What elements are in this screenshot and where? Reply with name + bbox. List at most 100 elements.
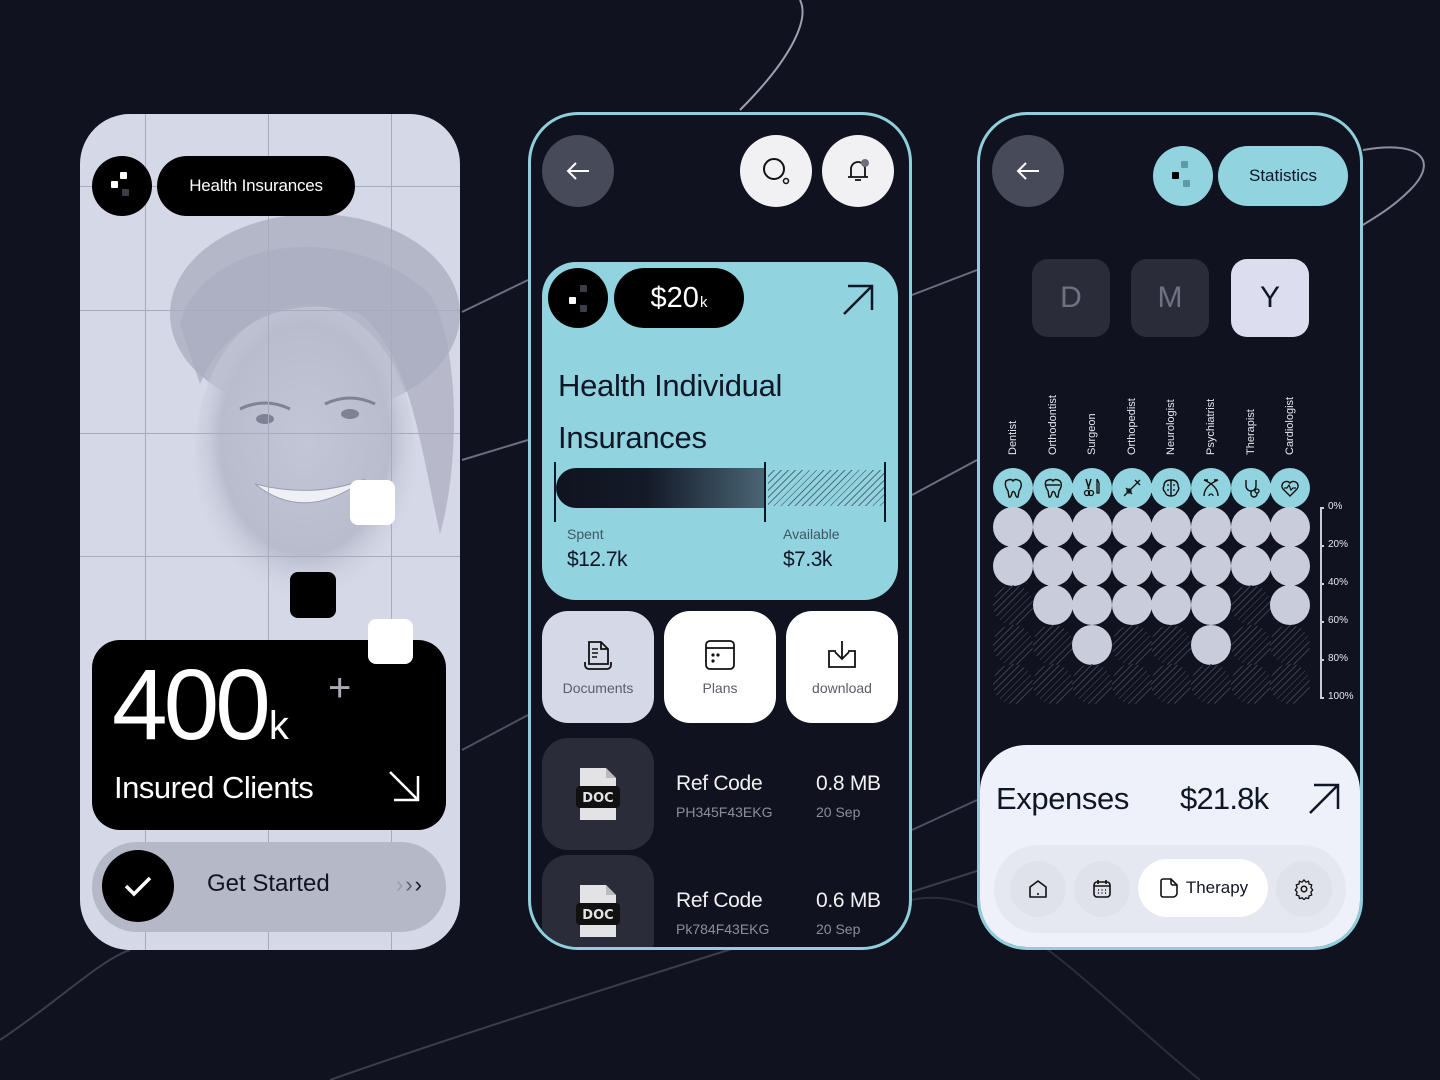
grid-line xyxy=(80,556,460,557)
chart-cell-empty xyxy=(993,585,1033,626)
chart-cell-empty xyxy=(1111,624,1152,665)
doc-title: Ref Code xyxy=(676,772,763,795)
tile-download[interactable]: download xyxy=(786,611,898,723)
nav-settings[interactable] xyxy=(1276,861,1332,917)
expenses-value: $21.8k xyxy=(1180,781,1269,816)
check-icon[interactable] xyxy=(102,850,174,922)
chart-cell-filled xyxy=(1230,507,1271,547)
chart-cell-filled xyxy=(993,507,1033,547)
insured-clients-card[interactable]: 400k + Insured Clients xyxy=(92,640,446,830)
get-started-slider[interactable]: Get Started ››› xyxy=(92,842,446,932)
chart-cell-filled xyxy=(1191,507,1231,547)
nav-calendar[interactable] xyxy=(1074,861,1130,917)
category-label: Psychiatrist xyxy=(1205,398,1217,455)
download-icon xyxy=(828,641,856,668)
arrow-up-right-icon[interactable] xyxy=(1306,781,1342,817)
heart-pulse-icon[interactable] xyxy=(1270,468,1311,508)
pixel-dots-logo-icon xyxy=(92,156,152,216)
chart-cell-filled xyxy=(1111,585,1152,626)
chart-cell-empty xyxy=(1270,663,1311,704)
arrow-down-right-icon[interactable] xyxy=(386,768,422,804)
note-icon xyxy=(1160,878,1178,898)
chart-cell-filled xyxy=(1191,624,1231,665)
period-day-button[interactable]: D xyxy=(1032,259,1110,337)
chart-cell-filled xyxy=(1191,546,1231,587)
chart-cell-empty xyxy=(1032,663,1073,704)
brain-icon[interactable] xyxy=(1151,468,1192,508)
insurance-title: Health Individual Insurances xyxy=(558,368,783,455)
y-axis-tick xyxy=(1320,507,1324,509)
chart-cell-empty xyxy=(1151,624,1192,665)
period-year-button[interactable]: Y xyxy=(1231,259,1309,337)
tooth-icon[interactable] xyxy=(993,468,1033,508)
chart-cell-empty xyxy=(1111,663,1152,704)
progress-tick xyxy=(764,462,766,522)
back-button[interactable] xyxy=(992,135,1064,207)
clients-count: 400k xyxy=(112,649,289,761)
surgical-tools-icon[interactable] xyxy=(1072,468,1113,508)
notification-button[interactable] xyxy=(822,135,894,207)
progress-tick xyxy=(884,462,886,522)
chevrons-icon: ››› xyxy=(396,872,424,897)
y-axis-tick xyxy=(1320,659,1324,661)
chart-cell-empty xyxy=(1151,663,1192,704)
y-axis-label: 80% xyxy=(1328,653,1349,664)
chart-cell-empty xyxy=(993,663,1033,704)
doc-file-icon: DOC xyxy=(542,738,654,850)
y-axis-tick xyxy=(1320,621,1324,623)
doc-date: 20 Sep xyxy=(816,804,861,820)
arrow-up-right-icon[interactable] xyxy=(840,282,876,318)
statistics-tab[interactable]: Statistics xyxy=(1218,146,1348,206)
y-axis-label: 0% xyxy=(1328,501,1343,512)
health-insurances-badge[interactable]: Health Insurances xyxy=(157,156,355,216)
doc-code: PH345F43EKG xyxy=(676,804,773,820)
arrow-left-icon xyxy=(1016,162,1039,180)
chart-cell-filled xyxy=(1270,546,1311,587)
y-axis-tick xyxy=(1320,583,1324,585)
bottom-nav: Therapy xyxy=(994,845,1346,933)
document-list-item[interactable]: DOC Ref Code PH345F43EKG 0.8 MB 20 Sep xyxy=(542,738,902,850)
y-axis-label: 40% xyxy=(1328,577,1349,588)
bone-syringe-icon[interactable] xyxy=(1111,468,1152,508)
spending-progress-bar xyxy=(554,462,886,528)
gear-icon xyxy=(1294,879,1314,900)
chart-cell-filled xyxy=(1111,507,1152,547)
home-icon xyxy=(1029,880,1047,898)
chart-cell-filled xyxy=(1151,585,1192,626)
stethoscope-icon[interactable] xyxy=(1230,468,1271,508)
coverage-amount-badge: $20 k xyxy=(614,268,744,328)
braces-tooth-icon[interactable] xyxy=(1032,468,1073,508)
nav-therapy[interactable]: Therapy xyxy=(1138,859,1268,917)
y-axis-label: 60% xyxy=(1328,615,1349,626)
y-axis-label: 20% xyxy=(1328,539,1349,550)
chart-cell-empty xyxy=(993,624,1033,665)
chart-cell-filled xyxy=(1270,585,1311,626)
document-list-item[interactable]: DOC Ref Code Pk784F43EKG 0.6 MB 20 Sep xyxy=(542,855,902,947)
decor-square xyxy=(368,619,413,664)
grid-line xyxy=(80,310,460,311)
svg-text:DOC: DOC xyxy=(582,791,613,806)
doc-date: 20 Sep xyxy=(816,921,861,937)
expenses-label: Expenses xyxy=(996,781,1129,816)
tile-plans[interactable]: Plans xyxy=(664,611,776,723)
nav-home[interactable] xyxy=(1010,861,1066,917)
phone-insurance-detail: $20 k Health Individual Insurances Spent … xyxy=(528,112,912,950)
search-icon xyxy=(763,158,790,185)
category-label: Therapist xyxy=(1244,409,1257,455)
period-month-button[interactable]: M xyxy=(1131,259,1209,337)
back-button[interactable] xyxy=(542,135,614,207)
search-button[interactable] xyxy=(740,135,812,207)
chart-cell-filled xyxy=(1191,585,1231,626)
chart-cell-empty xyxy=(1230,663,1271,704)
psychiatry-icon[interactable] xyxy=(1191,468,1231,508)
category-label: Orthodontist xyxy=(1046,395,1059,455)
chart-cell-empty xyxy=(1270,624,1311,665)
insurance-card[interactable]: $20 k Health Individual Insurances Spent … xyxy=(542,262,898,600)
chart-cell-empty xyxy=(1032,624,1073,665)
chart-cell-empty xyxy=(1191,663,1231,704)
chart-cell-filled xyxy=(1151,507,1192,547)
tile-documents[interactable]: Documents xyxy=(542,611,654,723)
svg-text:DOC: DOC xyxy=(582,908,613,923)
chart-cell-filled xyxy=(1151,546,1192,587)
decor-square xyxy=(290,572,336,618)
